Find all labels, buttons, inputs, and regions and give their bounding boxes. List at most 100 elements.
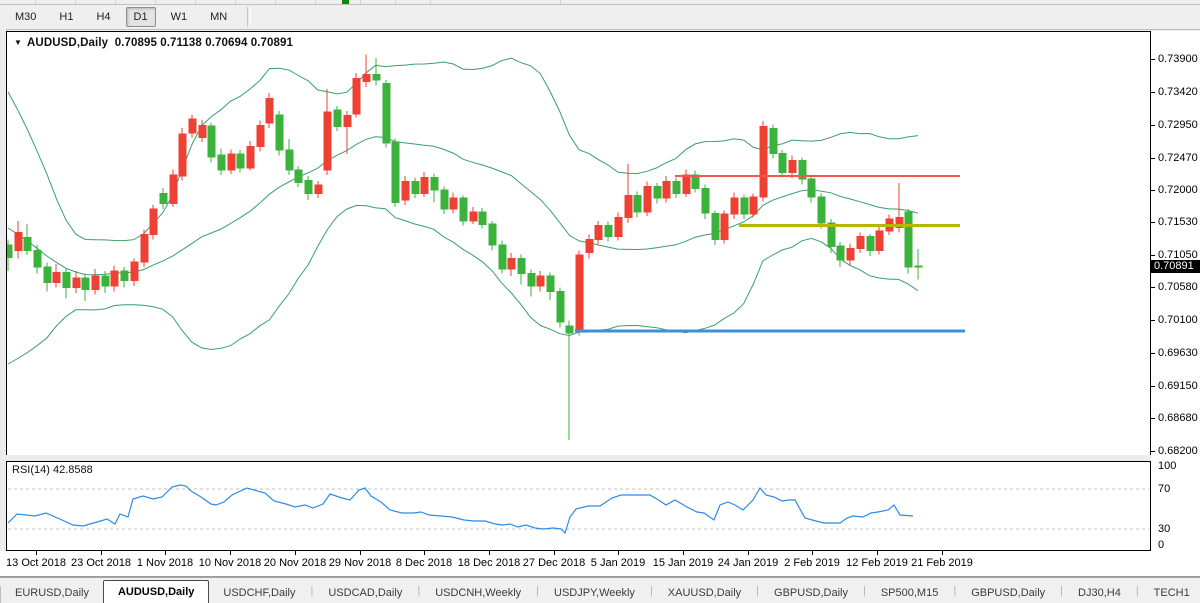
rsi-level-label: 100 — [1158, 460, 1177, 472]
timeframe-button-d1[interactable]: D1 — [125, 7, 156, 27]
timeframe-button-mn[interactable]: MN — [202, 7, 235, 27]
time-tick — [230, 551, 231, 555]
toolbar-separator — [35, 0, 36, 4]
price-tick — [1151, 158, 1155, 159]
price-tick — [1151, 222, 1155, 223]
time-tick-label: 13 Oct 2018 — [6, 557, 66, 569]
tab-dj30-h4[interactable]: DJ30,H4 — [1064, 583, 1135, 603]
time-tick-label: 29 Nov 2018 — [328, 557, 392, 569]
time-tick-label: 15 Jan 2019 — [652, 557, 714, 569]
toolbar-separator — [235, 0, 236, 4]
rsi-value: 42.8588 — [52, 464, 93, 476]
tab-sp500-m15[interactable]: SP500,M15 — [867, 583, 952, 603]
time-tick-label: 18 Dec 2018 — [457, 557, 521, 569]
price-tick-label: 0.68200 — [1158, 445, 1198, 457]
chevron-down-icon[interactable]: ▼ — [14, 38, 22, 47]
price-tick-label: 0.73420 — [1158, 86, 1198, 98]
rsi-level-label: 70 — [1158, 483, 1171, 495]
time-tick-label: 12 Feb 2019 — [846, 557, 908, 569]
time-tick-label: 27 Dec 2018 — [522, 557, 586, 569]
price-tick-label: 0.69630 — [1158, 347, 1198, 359]
time-tick-label: 1 Nov 2018 — [136, 557, 194, 569]
price-tick-label: 0.73900 — [1158, 53, 1198, 65]
candles — [7, 54, 923, 441]
time-tick-label: 5 Jan 2019 — [590, 557, 646, 569]
current-price-tag: 0.70891 — [1151, 260, 1200, 273]
toolbar-separator — [560, 0, 561, 4]
tab-usdjpy-weekly[interactable]: USDJPY,Weekly — [540, 583, 649, 603]
time-tick — [748, 551, 749, 555]
bollinger-lower-band[interactable] — [7, 204, 919, 365]
time-tick — [554, 551, 555, 555]
tab-gbpusd-daily[interactable]: GBPUSD,Daily — [760, 583, 862, 603]
price-tick — [1151, 451, 1155, 452]
tab-usdchf-daily[interactable]: USDCHF,Daily — [209, 583, 309, 603]
time-tick-label: 8 Dec 2018 — [395, 557, 453, 569]
toolbar-groove — [247, 7, 252, 27]
time-tick-label: 21 Feb 2019 — [911, 557, 973, 569]
time-tick-label: 24 Jan 2019 — [717, 557, 779, 569]
tab-usdcnh-weekly[interactable]: USDCNH,Weekly — [421, 583, 535, 603]
price-tick — [1151, 190, 1155, 191]
time-tick — [942, 551, 943, 555]
price-tick-label: 0.72950 — [1158, 119, 1198, 131]
chart-symbol-period: AUDUSD,Daily — [27, 37, 109, 49]
price-tick-label: 0.72000 — [1158, 184, 1198, 196]
time-tick — [618, 551, 619, 555]
time-tick — [360, 551, 361, 555]
rsi-indicator-area[interactable] — [6, 461, 1151, 551]
price-tick-label: 0.70580 — [1158, 281, 1198, 293]
time-axis[interactable]: 13 Oct 2018 23 Oct 2018 1 Nov 2018 10 Nov 2… — [0, 551, 1200, 577]
rsi-level-label: 0 — [1158, 539, 1165, 551]
timeframe-toolbar: M30 H1 H4 D1 W1 MN — [0, 5, 1200, 30]
chart-title: ▼ AUDUSD,Daily 0.70895 0.71138 0.70694 0.… — [14, 37, 293, 49]
price-tick — [1151, 92, 1155, 93]
rsi-chart[interactable] — [7, 462, 1150, 550]
time-tick — [812, 551, 813, 555]
tab-audusd-daily[interactable]: AUDUSD,Daily — [102, 580, 210, 603]
tab-gbpusd-daily[interactable]: GBPUSD,Daily — [957, 583, 1059, 603]
time-tick — [101, 551, 102, 555]
timeframe-button-h4[interactable]: H4 — [88, 7, 118, 27]
timeframe-button-h1[interactable]: H1 — [51, 7, 81, 27]
timeframe-button-m30[interactable]: M30 — [7, 7, 44, 27]
timeframe-button-w1[interactable]: W1 — [163, 7, 196, 27]
toolbar-separator — [275, 0, 276, 4]
chart-ohlc-values: 0.70895 0.71138 0.70694 0.70891 — [114, 37, 294, 49]
toolbar-separator — [75, 0, 76, 4]
toolbar-separator — [115, 0, 116, 4]
status-indicator — [342, 0, 349, 4]
time-tick-label: 20 Nov 2018 — [263, 557, 327, 569]
time-tick-label: 2 Feb 2019 — [784, 557, 840, 569]
price-tick — [1151, 125, 1155, 126]
price-tick — [1151, 255, 1155, 256]
tab-usdcad-daily[interactable]: USDCAD,Daily — [314, 583, 416, 603]
toolbar-separator — [195, 0, 196, 4]
rsi-level-label: 30 — [1158, 523, 1171, 535]
time-tick-label: 10 Nov 2018 — [198, 557, 262, 569]
time-tick — [165, 551, 166, 555]
price-axis[interactable]: 0.73900 0.73420 0.72950 0.72470 0.72000 0.715… — [1151, 31, 1200, 551]
mt4-window: M30 H1 H4 D1 W1 MN ▼ AUDUSD,Daily 0.70895 0.71… — [0, 0, 1200, 603]
price-tick — [1151, 353, 1155, 354]
price-tick — [1151, 320, 1155, 321]
price-tick-label: 0.69150 — [1158, 380, 1198, 392]
time-tick — [424, 551, 425, 555]
tab-tech1[interactable]: TECH1 — [1140, 583, 1200, 603]
price-tick-label: 0.71530 — [1158, 216, 1198, 228]
price-tick — [1151, 418, 1155, 419]
tab-eurusd-daily[interactable]: EURUSD,Daily — [1, 583, 103, 603]
toolbar-separator — [395, 0, 396, 4]
price-tick — [1151, 287, 1155, 288]
price-tick-label: 0.70100 — [1158, 314, 1198, 326]
candlestick-chart[interactable] — [7, 32, 1150, 455]
price-tick-label: 0.72470 — [1158, 152, 1198, 164]
time-tick — [295, 551, 296, 555]
time-tick — [683, 551, 684, 555]
price-chart-area[interactable] — [6, 31, 1151, 456]
rsi-label: RSI(14) 42.8588 — [12, 464, 93, 476]
tab-xauusd-daily[interactable]: XAUUSD,Daily — [654, 583, 755, 603]
toolbar-separator — [155, 0, 156, 4]
toolbar-separator — [430, 0, 431, 4]
time-tick — [877, 551, 878, 555]
